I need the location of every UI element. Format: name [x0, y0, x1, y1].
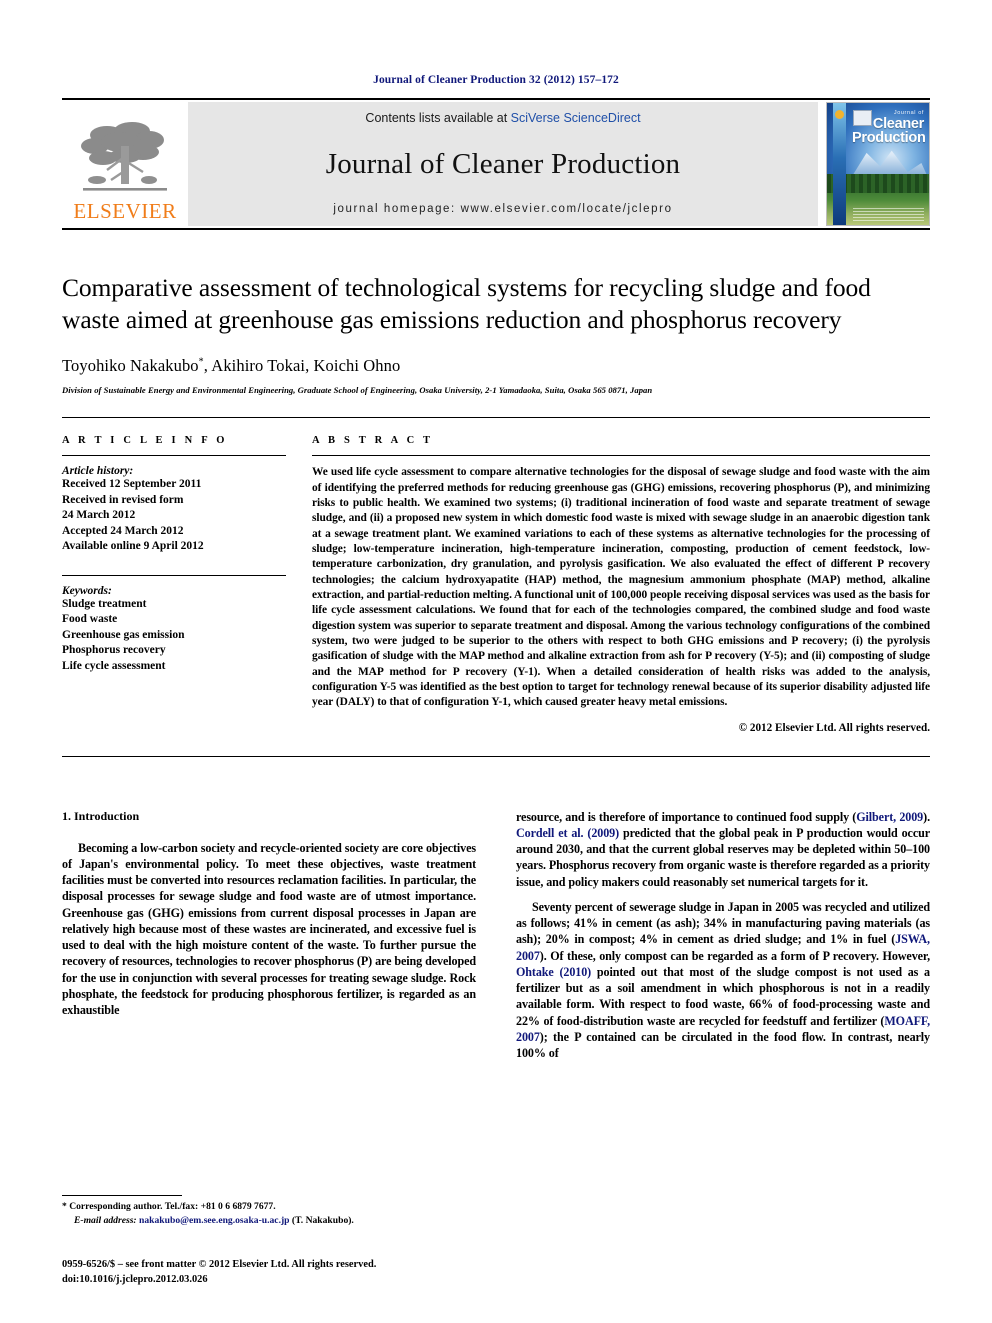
contents-line: Contents lists available at SciVerse Sci…: [365, 111, 640, 125]
abstract-top-rule: [62, 417, 930, 419]
affiliation: Division of Sustainable Energy and Envir…: [62, 385, 653, 396]
footnote-rule: [62, 1195, 182, 1197]
text-run: ); the P contained can be circulated in …: [516, 1029, 930, 1061]
article-info-column: A R T I C L E I N F O Article history: R…: [62, 435, 312, 733]
body-column-right: resource, and is therefore of importance…: [516, 809, 930, 1071]
article-history-label: Article history:: [62, 465, 134, 478]
cover-title-small: Journal of: [893, 110, 924, 116]
history-item: Received in revised form: [62, 493, 184, 506]
citation-ohtake-2010[interactable]: Ohtake (2010): [516, 965, 591, 979]
cover-title-block: Journal of Cleaner Production: [852, 110, 926, 147]
elsevier-logo: ELSEVIER: [62, 102, 188, 226]
paper-page: Journal of Cleaner Production 32 (2012) …: [0, 0, 992, 1323]
journal-title: Journal of Cleaner Production: [325, 147, 681, 180]
article-info-heading: A R T I C L E I N F O: [62, 435, 228, 447]
abstract-rule: [312, 455, 930, 457]
author-list: Toyohiko Nakakubo*, Akihiro Tokai, Koich…: [62, 356, 930, 376]
footnote-block: * Corresponding author. Tel./fax: +81 0 …: [62, 1195, 462, 1227]
doi-line: doi:10.1016/j.jclepro.2012.03.026: [62, 1273, 208, 1285]
abstract-column: A B S T R A C T We used life cycle asses…: [312, 435, 930, 734]
text-run: resource, and is therefore of importance…: [516, 809, 857, 824]
keyword-item: Phosphorus recovery: [62, 644, 166, 657]
email-link[interactable]: nakakubo@em.see.eng.osaka-u.ac.jp: [139, 1215, 289, 1226]
abstract-bottom-rule: [62, 755, 930, 757]
journal-banner: Contents lists available at SciVerse Sci…: [188, 102, 818, 226]
email-note: E-mail address: nakakubo@em.see.eng.osak…: [62, 1214, 462, 1227]
abstract-copyright: © 2012 Elsevier Ltd. All rights reserved…: [738, 721, 930, 734]
info-abstract-row: A R T I C L E I N F O Article history: R…: [62, 435, 930, 734]
text-run: ). Of these, only compost can be regarde…: [539, 948, 930, 963]
page-title: Comparative assessment of technological …: [62, 273, 871, 335]
cover-spine: [833, 103, 846, 225]
intro-paragraph-left: Becoming a low-carbon society and recycl…: [62, 840, 476, 1018]
keyword-item: Greenhouse gas emission: [62, 628, 185, 641]
journal-cover-thumbnail: Journal of Cleaner Production: [826, 102, 930, 226]
title-block: Comparative assessment of technological …: [62, 272, 930, 395]
text-run: Seventy percent of sewerage sludge in Ja…: [516, 899, 930, 947]
author-primary: Toyohiko Nakakubo: [62, 356, 199, 376]
intro-paragraph-right-2: Seventy percent of sewerage sludge in Ja…: [516, 899, 930, 1062]
history-item: 24 March 2012: [62, 509, 136, 522]
cover-title-line1: Cleaner: [872, 115, 924, 132]
citation-gilbert-2009[interactable]: Gilbert, 2009: [856, 810, 923, 824]
body-columns: 1. Introduction Becoming a low-carbon so…: [62, 809, 930, 1071]
citation-cordell-2009[interactable]: Cordell et al. (2009): [516, 826, 619, 840]
history-item: Available online 9 April 2012: [62, 540, 204, 553]
issn-frontmatter-line: 0959-6526/$ – see front matter © 2012 El…: [62, 1258, 377, 1270]
sciencedirect-link[interactable]: SciVerse ScienceDirect: [511, 111, 641, 125]
article-info-rule: [62, 455, 286, 457]
keywords-rule: [62, 574, 286, 576]
elsevier-tree-icon: [81, 122, 167, 191]
text-run: ).: [923, 809, 930, 824]
running-head: Journal of Cleaner Production 32 (2012) …: [373, 74, 619, 86]
abstract-heading: A B S T R A C T: [312, 435, 434, 447]
keyword-item: Food waste: [62, 613, 118, 626]
elsevier-wordmark: ELSEVIER: [73, 199, 177, 223]
section-heading-introduction: 1. Introduction: [62, 808, 140, 823]
email-suffix: (T. Nakakubo).: [289, 1214, 354, 1226]
body-column-left: 1. Introduction Becoming a low-carbon so…: [62, 809, 476, 1071]
corresponding-author-note: * Corresponding author. Tel./fax: +81 0 …: [62, 1201, 276, 1213]
author-others: , Akihiro Tokai, Koichi Ohno: [203, 356, 401, 376]
frontmatter-block: 0959-6526/$ – see front matter © 2012 El…: [62, 1257, 376, 1287]
journal-homepage[interactable]: journal homepage: www.elsevier.com/locat…: [333, 203, 672, 215]
intro-paragraph-right-1: resource, and is therefore of importance…: [516, 809, 930, 890]
contents-prefix: Contents lists available at: [365, 111, 511, 125]
keyword-item: Sludge treatment: [62, 597, 147, 610]
history-item: Accepted 24 March 2012: [62, 524, 184, 537]
keyword-item: Life cycle assessment: [62, 659, 166, 672]
history-item: Received 12 September 2011: [62, 478, 202, 491]
cover-footer-text: [853, 208, 924, 221]
header-rule: [62, 98, 930, 100]
abstract-text: We used life cycle assessment to compare…: [312, 466, 930, 709]
masthead-bottom-rule: [62, 228, 930, 230]
email-label: E-mail address:: [74, 1214, 137, 1226]
cover-title-line2: Production: [852, 130, 926, 147]
keywords-block: Keywords: Sludge treatment Food waste Gr…: [62, 574, 286, 675]
keywords-label: Keywords:: [62, 584, 112, 597]
journal-masthead: ELSEVIER Contents lists available at Sci…: [62, 102, 930, 226]
cover-spine-dot-icon: [835, 110, 844, 119]
